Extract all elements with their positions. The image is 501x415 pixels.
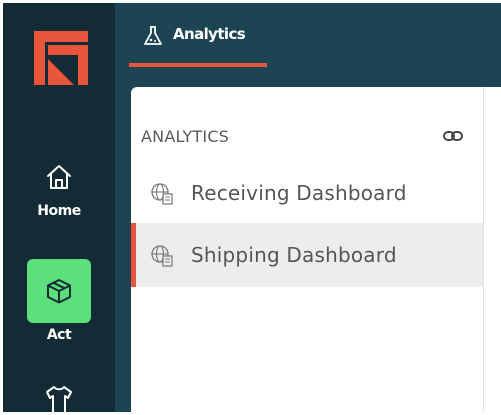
list-item-shipping-dashboard[interactable]: Shipping Dashboard (131, 223, 484, 287)
list-item-receiving-dashboard[interactable]: Receiving Dashboard (131, 161, 484, 225)
analytics-panel: ANALYTICS Receiving Dashboard Shipping D… (131, 87, 501, 412)
flask-icon (144, 26, 162, 45)
nav-act-highlight (27, 259, 91, 323)
list-item-label: Receiving Dashboard (191, 181, 407, 205)
shirt-icon (46, 386, 72, 414)
app-window: Home Act Analytics ANALYTICS Receiving D… (0, 0, 501, 415)
nav-home-label: Home (37, 203, 81, 219)
active-tab-indicator (129, 63, 267, 67)
active-item-indicator (131, 223, 136, 287)
link-icon[interactable] (442, 125, 464, 147)
nav-act[interactable]: Act (3, 259, 115, 343)
left-navigation: Home Act (3, 3, 115, 415)
brand-logo[interactable] (34, 31, 88, 85)
home-icon (47, 165, 71, 189)
dashboard-list: ANALYTICS Receiving Dashboard Shipping D… (131, 87, 484, 412)
nav-act-label: Act (46, 327, 72, 343)
tab-analytics[interactable]: Analytics (129, 3, 267, 69)
tab-analytics-label: Analytics (173, 25, 246, 43)
main-area: Analytics ANALYTICS Receiving Dashboard … (115, 3, 501, 412)
globe-doc-icon (151, 245, 173, 267)
globe-doc-icon (151, 183, 173, 205)
box-icon (47, 279, 71, 304)
section-title: ANALYTICS (141, 127, 230, 146)
panel-divider (483, 87, 484, 412)
nav-apparel[interactable] (3, 383, 115, 415)
nav-home[interactable]: Home (3, 161, 115, 219)
top-tab-bar: Analytics (115, 3, 501, 69)
list-item-label: Shipping Dashboard (191, 243, 397, 267)
